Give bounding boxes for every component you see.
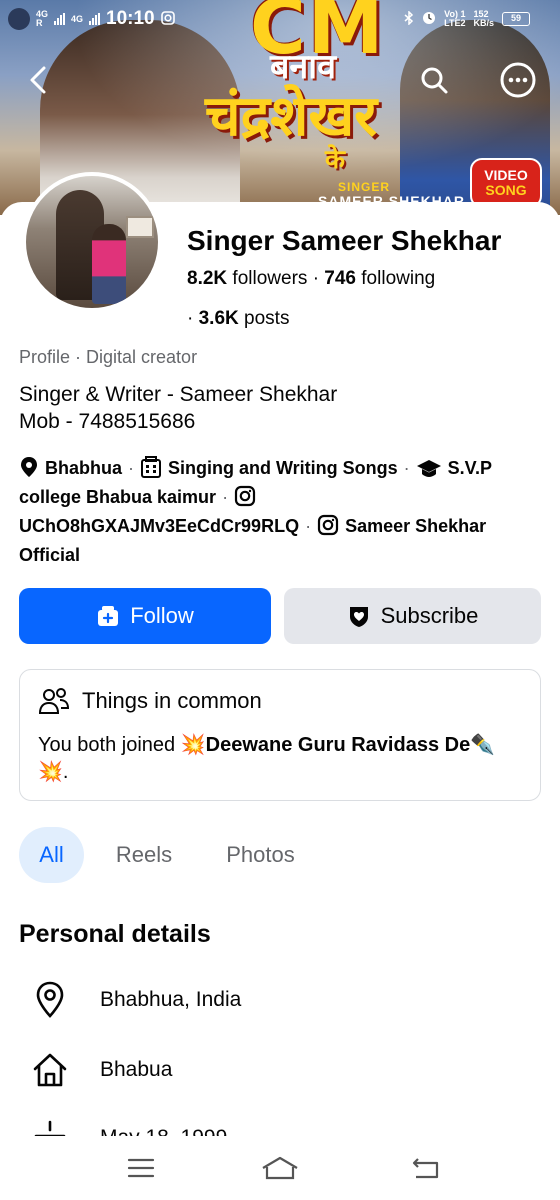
follow-icon (98, 606, 119, 626)
detail-row-location-text: Bhabhua, India (100, 988, 242, 1011)
home-icon (30, 1050, 70, 1090)
network-speed: 152 KB/s (473, 9, 494, 28)
education-cap-icon (416, 458, 442, 485)
things-in-common-card[interactable]: Things in common You both joined 💥Deewan… (19, 669, 541, 801)
search-icon (421, 67, 448, 94)
signal-icon-2 (89, 13, 101, 25)
status-time: 10:10 (106, 8, 155, 29)
work-briefcase-icon (140, 456, 162, 485)
followers-count[interactable]: 8.2K (187, 268, 227, 289)
instagram-notification-icon (160, 10, 175, 28)
detail-separator: · (305, 516, 312, 536)
instagram-icon (234, 485, 256, 514)
following-count[interactable]: 746 (324, 268, 356, 289)
cover-title-line3: के (325, 145, 345, 175)
cover-title-line2: चंद्रशेखर (205, 84, 378, 149)
signal-icon (54, 13, 66, 25)
status-bar: 4G R 4G 10:10 Vo) 1 LTE2 152 KB/s 59 (0, 0, 560, 40)
location-pin-icon (19, 456, 39, 485)
profile-category: Profile · Digital creator (19, 347, 198, 367)
more-dots-icon (500, 62, 536, 98)
bio-line2: Mob - 7488515686 (19, 410, 196, 433)
back-button[interactable] (18, 60, 58, 100)
detail-row-birthday-text: May 18, 1999 (100, 1126, 227, 1136)
detail-separator: · (403, 458, 410, 478)
home-outline-icon (262, 1156, 298, 1180)
stats-separator: · (312, 268, 325, 289)
back-nav-button[interactable] (404, 1150, 448, 1186)
follow-button[interactable]: Follow (19, 588, 271, 644)
subscribe-label: Subscribe (380, 603, 479, 628)
profile-posts: · 3.6K posts (187, 308, 289, 330)
personal-details-title: Personal details (19, 920, 211, 948)
detail-row-birthday[interactable]: May 18, 1999 (0, 1112, 560, 1136)
tab-all[interactable]: All (19, 827, 84, 883)
bluetooth-icon (404, 9, 414, 28)
detail-work[interactable]: Singing and Writing Songs (168, 458, 398, 478)
detail-row-location[interactable]: Bhabhua, India (0, 974, 560, 1024)
profile-name: Singer Sameer Shekhar (187, 225, 502, 256)
bio-line1: Singer & Writer - Sameer Shekhar (19, 383, 338, 406)
detail-separator: · (128, 458, 135, 478)
common-prefix: You both joined (38, 734, 181, 756)
badge-line2: SONG (485, 182, 527, 198)
avatar-bg-frame (126, 216, 154, 238)
system-nav-bar (0, 1136, 560, 1200)
birthday-cake-icon (30, 1118, 70, 1136)
cover-singer-tag: SINGER (338, 180, 391, 194)
back-arrow-icon (30, 66, 46, 94)
detail-separator: · (222, 487, 229, 507)
badge-line1: VIDEO (484, 167, 528, 183)
menu-lines-icon (127, 1158, 155, 1178)
battery-icon: 59 (502, 12, 530, 26)
location-pin-icon (30, 980, 70, 1020)
volte-indicator: Vo) 1 LTE2 (444, 9, 466, 28)
profile-bio: Singer & Writer - Sameer Shekhar Mob - 7… (19, 381, 337, 435)
tab-photos[interactable]: Photos (218, 827, 303, 883)
common-line1: You both joined 💥Deewane Guru Ravidass D… (38, 732, 495, 757)
tab-reels[interactable]: Reels (108, 827, 180, 883)
home-button[interactable] (258, 1150, 302, 1186)
back-return-icon (412, 1158, 439, 1179)
detail-location[interactable]: Bhabhua (45, 458, 122, 478)
follow-label: Follow (130, 603, 194, 628)
profile-avatar[interactable] (22, 172, 162, 312)
instagram-icon (317, 514, 339, 543)
network-indicator-1: 4G R (36, 9, 49, 28)
posts-count: 3.6K (198, 308, 239, 329)
profile-mini-avatar (8, 8, 30, 30)
people-icon (38, 688, 70, 714)
subscribe-shield-icon (349, 607, 368, 627)
alarm-icon (422, 11, 436, 28)
posts-label: posts (244, 308, 290, 329)
profile-details-inline: Bhabhua · Singing and Writing Songs · S.V.P … (19, 456, 544, 568)
common-title: Things in common (82, 688, 262, 713)
network-indicator-2: 4G (71, 13, 84, 24)
cover-video-song-badge: VIDEO SONG (470, 158, 542, 208)
more-options-button[interactable] (498, 60, 538, 100)
common-group-name[interactable]: 💥Deewane Guru Ravidass De✒️ (181, 734, 495, 756)
common-line2: 💥. (38, 761, 69, 783)
detail-instagram-1[interactable]: UChO8hGXAJMv3EeCdCr99RLQ (19, 516, 299, 536)
profile-stats: 8.2K followers · 746 following (187, 268, 435, 290)
search-button[interactable] (414, 60, 454, 100)
posts-prefix: · (187, 308, 194, 329)
detail-row-home-text: Bhabua (100, 1058, 173, 1081)
following-label[interactable]: following (361, 268, 435, 289)
detail-row-home[interactable]: Bhabua (0, 1044, 560, 1094)
avatar-person (92, 224, 126, 304)
recent-apps-button[interactable] (119, 1150, 163, 1186)
subscribe-button[interactable]: Subscribe (284, 588, 541, 644)
followers-label[interactable]: followers (232, 268, 307, 289)
